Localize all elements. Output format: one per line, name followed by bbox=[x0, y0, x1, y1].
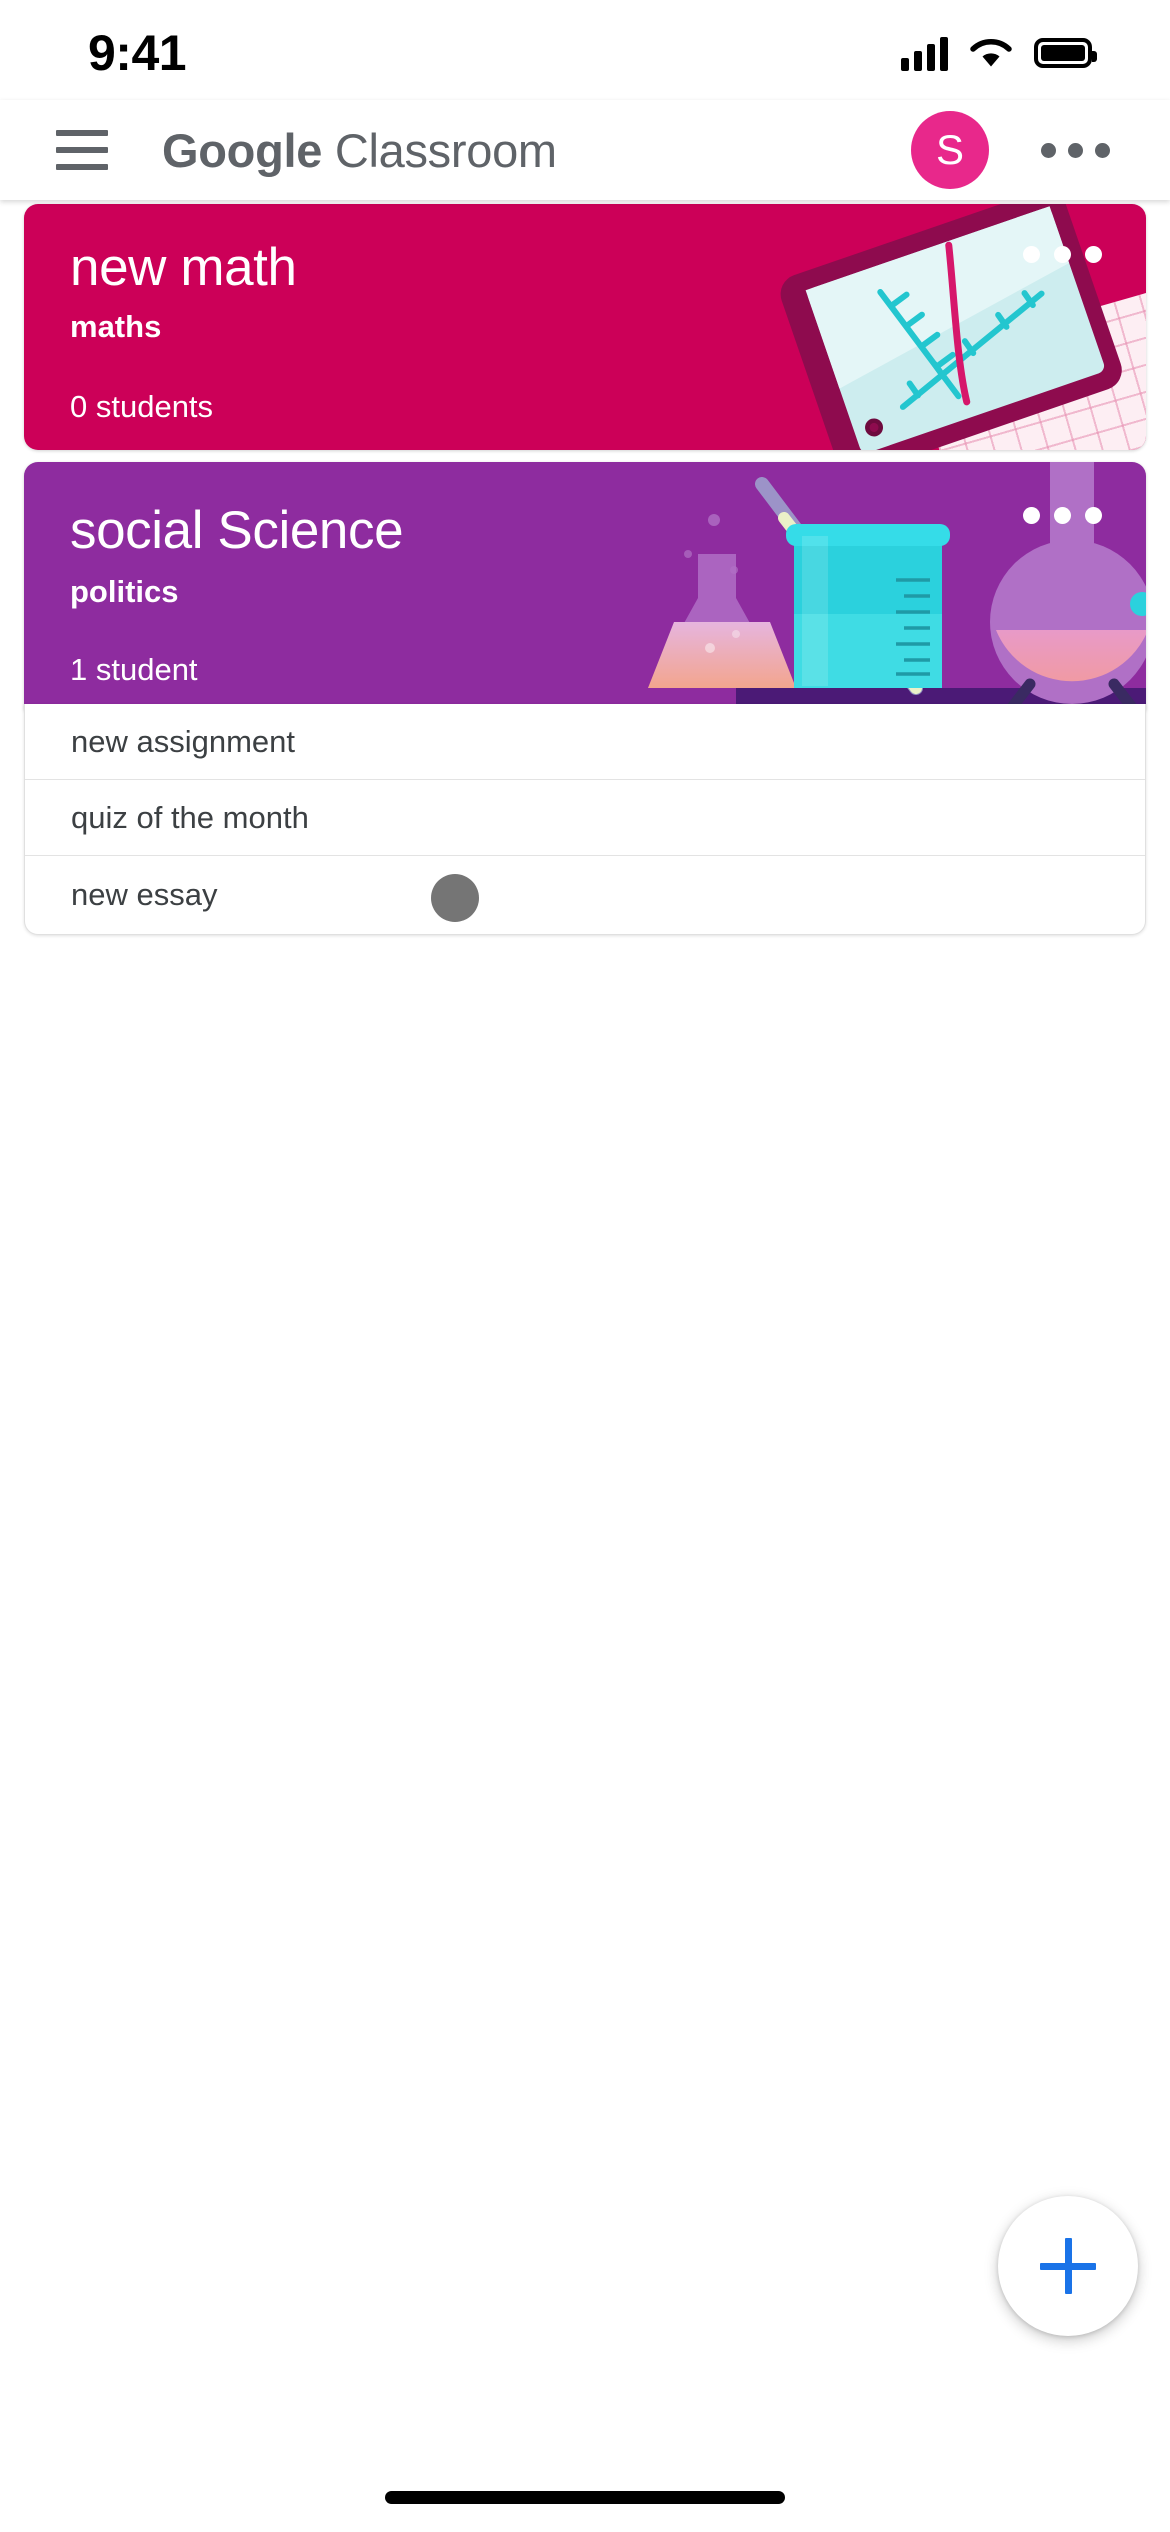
assignment-list: new assignment quiz of the month new ess… bbox=[24, 704, 1146, 935]
list-item[interactable]: new essay bbox=[25, 856, 1145, 934]
assignment-label: quiz of the month bbox=[71, 799, 309, 835]
course-more-options-icon[interactable] bbox=[1023, 246, 1102, 263]
math-tablet-graph-illustration bbox=[726, 204, 1146, 450]
battery-icon bbox=[1034, 38, 1097, 68]
course-list: new math maths 0 students social Science… bbox=[0, 200, 1170, 2532]
add-class-button[interactable] bbox=[998, 2196, 1138, 2336]
science-lab-glassware-illustration bbox=[586, 462, 1146, 710]
course-student-count: 0 students bbox=[70, 389, 214, 424]
status-bar: 9:41 bbox=[0, 0, 1170, 100]
cursor-indicator bbox=[431, 874, 479, 922]
brand-classroom: Classroom bbox=[334, 123, 557, 177]
app-title: Google Classroom bbox=[162, 123, 557, 178]
course-card-hero: social Science politics 1 student bbox=[24, 462, 1146, 710]
app-bar: Google Classroom S bbox=[0, 100, 1170, 200]
brand-google: Google bbox=[162, 123, 323, 177]
course-section: maths bbox=[70, 309, 162, 344]
cellular-signal-icon bbox=[901, 35, 948, 71]
course-more-options-icon[interactable] bbox=[1023, 507, 1102, 524]
course-title: new math bbox=[70, 238, 297, 297]
course-card-new-math[interactable]: new math maths 0 students bbox=[24, 204, 1146, 450]
wifi-icon bbox=[970, 37, 1012, 69]
course-title: social Science bbox=[70, 501, 404, 560]
home-indicator-bar bbox=[385, 2491, 785, 2504]
list-item[interactable]: quiz of the month bbox=[25, 780, 1145, 856]
list-item[interactable]: new assignment bbox=[25, 704, 1145, 780]
status-time: 9:41 bbox=[88, 25, 187, 81]
course-card-social-science[interactable]: social Science politics 1 student bbox=[24, 462, 1146, 710]
course-student-count: 1 student bbox=[70, 652, 198, 687]
course-card-hero: new math maths 0 students bbox=[24, 204, 1146, 450]
plus-icon bbox=[1040, 2238, 1096, 2294]
hamburger-menu-icon[interactable] bbox=[56, 130, 108, 170]
more-options-icon[interactable] bbox=[1041, 142, 1110, 158]
status-icons bbox=[901, 35, 1097, 71]
assignment-label: new assignment bbox=[71, 723, 296, 759]
avatar[interactable]: S bbox=[911, 111, 989, 189]
course-section: politics bbox=[70, 574, 179, 609]
assignment-label: new essay bbox=[71, 877, 218, 912]
